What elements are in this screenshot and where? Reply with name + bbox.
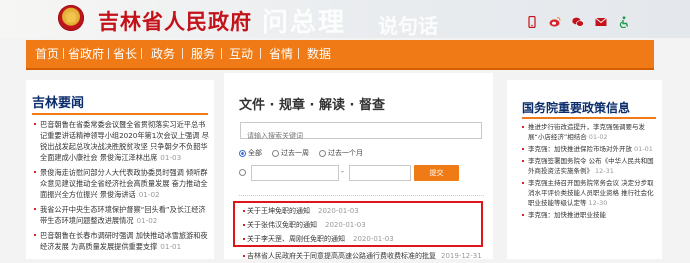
news-text[interactable]: 巴音朝鲁在省委常委会议暨全省贯彻落实习近平总书记重要讲话精神领导小组2020年第… — [40, 120, 209, 162]
policy-text[interactable]: 李克强：加快推进职业技能 — [528, 211, 606, 219]
news-date: 01-03 — [160, 153, 182, 162]
nav-item-government[interactable]: 省政府 — [68, 45, 104, 62]
list-item[interactable]: 李克强签署国务院令 公布《中华人民共和国外商投资法实施条例》 12-31 — [522, 156, 660, 176]
list-item[interactable]: 巴音朝鲁在长春市调研时强调 加快推动冰雪旅游和夜经济发展 为高质量发展提供重要支… — [34, 230, 210, 252]
notice-date: 2020-01-03 — [353, 235, 394, 243]
radio-past-month[interactable]: 过去一个月 — [319, 148, 363, 158]
policy-list: 推进步行街改造提升，李克强强调要与发展“小店经济”相结合 01-02 李克强：加快… — [522, 122, 660, 222]
radio-label: 过去一周 — [281, 149, 309, 157]
site-header: 吉林省人民政府 问总理 说句话 — [0, 0, 690, 38]
panel-title[interactable]: 吉林要闻 — [32, 92, 84, 111]
header-watermark-small: 说句话 — [378, 14, 438, 38]
nav-item-data[interactable]: 数据 — [307, 45, 331, 62]
radio-all[interactable]: 全部 — [239, 148, 262, 158]
state-council-policy-panel: 国务院重要政策信息 推进步行街改造提升，李克强强调要与发展“小店经济”相结合 01… — [507, 80, 662, 259]
panel-title[interactable]: 国务院重要政策信息 — [522, 99, 630, 116]
policy-text[interactable]: 李克强签署国务院令 公布《中华人民共和国外商投资法实施条例》 — [528, 157, 654, 175]
news-text[interactable]: 我省公开中央生态环境保护督察“回头看”及长江经济带生态环境问题整改进展情况 — [40, 205, 206, 225]
list-item[interactable]: 巴音朝鲁在省委常委会议暨全省贯彻落实习近平总书记重要讲话精神领导小组2020年第… — [34, 119, 210, 163]
notice-text[interactable]: 关于王坤免职的通知 — [247, 207, 310, 215]
notice-text[interactable]: 关于李天罡、周刚任免职的通知 — [247, 235, 345, 243]
site-title[interactable]: 吉林省人民政府 — [98, 6, 252, 36]
policy-text[interactable]: 李克强：加快推进保险市场对外开放 — [528, 145, 632, 153]
nav-item-provincial-info[interactable]: 省情 — [269, 45, 293, 62]
policy-date: 12-31 — [595, 167, 614, 175]
nav-item-affairs[interactable]: 政务 — [151, 45, 175, 62]
policy-text[interactable]: 推进步行街改造提升，李克强强调要与发展“小店经济”相结合 — [528, 123, 645, 141]
panel-title[interactable]: 文件 · 规章 · 解读 · 督查 — [239, 94, 385, 113]
nav-item-home[interactable]: 首页 — [35, 45, 59, 62]
list-item[interactable]: 李克强主持召开国务院常务会议 决定分步取消水平评价类技能人员职业资格 推行社会化… — [522, 178, 660, 208]
mobile-icon[interactable] — [526, 13, 538, 29]
notice-date: 2020-01-03 — [318, 207, 359, 215]
news-text[interactable]: 巴音朝鲁在长春市调研时强调 加快推动冰雪旅游和夜经济发展 为高质量发展提供重要支… — [40, 231, 208, 251]
notice-list: 关于王坤免职的通知 2020-01-03 关于张伟汉免职的通知 2020-01-03… — [243, 204, 488, 246]
search-box — [240, 122, 493, 144]
main-nav: 首页 省政府 省长 政务 服务 互动 省情 数据 — [26, 40, 654, 70]
list-item[interactable]: 李克强：加快推进职业技能 — [522, 210, 660, 220]
nav-divider — [108, 48, 109, 59]
radio-past-week[interactable]: 过去一周 — [272, 148, 309, 158]
news-date: 01-02 — [138, 190, 160, 199]
radio-button[interactable] — [272, 149, 279, 157]
list-item[interactable]: 推进步行街改造提升，李克强强调要与发展“小店经济”相结合 01-02 — [522, 122, 660, 142]
notice-text[interactable]: 关于张伟汉免职的通知 — [247, 221, 317, 229]
nav-item-interaction[interactable]: 互动 — [229, 45, 253, 62]
radio-label: 过去一个月 — [328, 149, 363, 157]
header-icon-bar — [526, 13, 630, 29]
radio-label: 全部 — [248, 149, 262, 157]
nav-item-services[interactable]: 服务 — [191, 45, 215, 62]
title-underline — [32, 113, 208, 115]
list-item[interactable]: 景俊海走访慰问部分人大代表政协委员时强调 倾听群众意见建议推动全省经济社会高质量… — [34, 167, 210, 200]
range-separator: - — [341, 167, 344, 176]
nav-divider — [182, 48, 183, 59]
policy-date: 01-02 — [588, 133, 608, 141]
nav-divider — [260, 48, 261, 59]
news-list: 巴音朝鲁在省委常委会议暨全省贯彻落实习近平总书记重要讲话精神领导小组2020年第… — [34, 119, 210, 256]
list-item[interactable]: 我省公开中央生态环境保护督察“回头看”及长江经济带生态环境问题整改进展情况 01-… — [34, 204, 210, 226]
end-date-field[interactable] — [349, 165, 411, 181]
news-text[interactable]: 景俊海走访慰问部分人大代表政协委员时强调 倾听群众意见建议推动全省经济社会高质量… — [40, 168, 208, 199]
submit-button[interactable]: 提交 — [414, 165, 459, 181]
documents-panel: 文件 · 规章 · 解读 · 督查 全部 过去一周 过去一个月 - 提交 关于王… — [224, 73, 493, 260]
nav-divider — [63, 48, 64, 59]
weibo-icon[interactable] — [549, 13, 561, 27]
list-item[interactable]: 吉林省人民政府关于同意提高高速公路通行费收费标准的批复 2019-12-31 — [243, 249, 482, 263]
nav-divider — [221, 48, 222, 59]
jilin-news-panel: 吉林要闻 巴音朝鲁在省委常委会议暨全省贯彻落实习近平总书记重要讲话精神领导小组2… — [26, 80, 214, 259]
nav-divider — [141, 48, 142, 59]
radio-button[interactable] — [239, 149, 246, 157]
national-emblem-icon[interactable] — [58, 5, 84, 31]
wechat-icon[interactable] — [572, 13, 584, 27]
policy-date: 12-30 — [588, 199, 608, 207]
list-item[interactable]: 李克强：加快推进保险市场对外开放 01-01 — [522, 144, 660, 154]
nav-item-governor[interactable]: 省长 — [113, 45, 137, 62]
header-watermark: 问总理 — [262, 8, 347, 38]
divider — [239, 195, 484, 196]
title-underline — [522, 117, 656, 119]
list-item[interactable]: 关于王坤免职的通知 2020-01-03 — [243, 204, 488, 218]
time-filter: 全部 过去一周 过去一个月 — [239, 148, 363, 158]
accessibility-icon[interactable] — [618, 13, 630, 29]
nav-divider — [298, 48, 299, 59]
policy-date: 01-01 — [634, 145, 653, 153]
list-item[interactable]: 关于李天罡、周刚任免职的通知 2020-01-03 — [243, 232, 488, 246]
search-input[interactable] — [241, 128, 493, 144]
news-date: 01-02 — [136, 216, 158, 225]
radio-custom-range[interactable] — [239, 169, 246, 176]
start-date-field[interactable] — [251, 165, 339, 181]
mail-icon[interactable] — [595, 13, 607, 26]
list-item[interactable]: 关于张伟汉免职的通知 2020-01-03 — [243, 218, 488, 232]
news-date: 01-01 — [160, 242, 182, 251]
radio-button[interactable] — [319, 149, 326, 157]
notice-date: 2020-01-03 — [325, 221, 366, 229]
